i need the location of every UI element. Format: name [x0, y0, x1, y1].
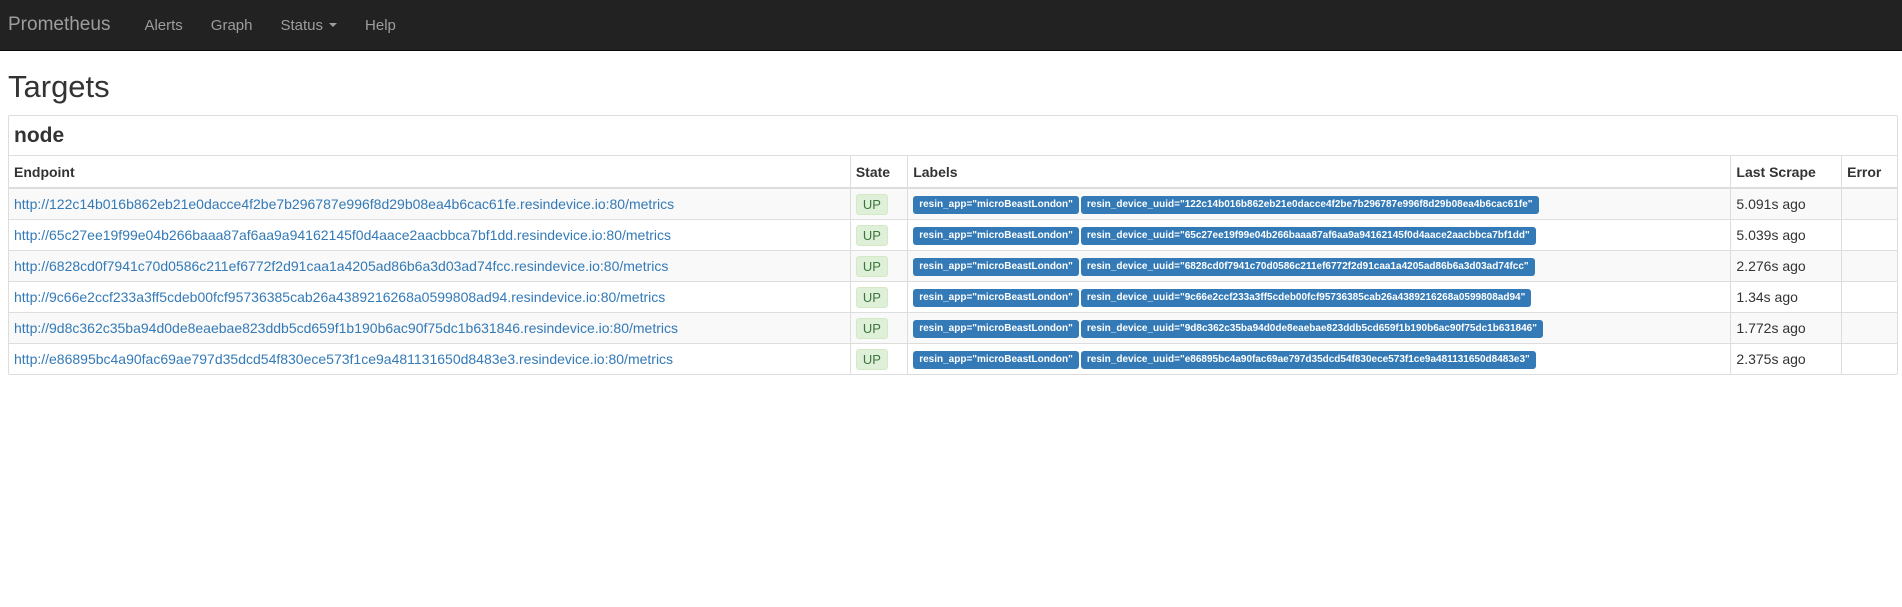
- labels-cell: resin_app="microBeastLondon" resin_device…: [907, 343, 1731, 374]
- label-badge-uuid: resin_device_uuid="9c66e2ccf233a3ff5cdeb…: [1080, 289, 1532, 307]
- error-cell: [1841, 281, 1897, 313]
- job-panel: node Endpoint State Labels Last Scrape E…: [8, 115, 1898, 375]
- table-row: http://6828cd0f7941c70d0586c211ef6772f2d…: [9, 250, 1897, 282]
- header-state: State: [849, 156, 908, 189]
- state-cell: UP: [849, 343, 908, 374]
- label-badge-app: resin_app="microBeastLondon": [913, 351, 1079, 369]
- state-cell: UP: [849, 312, 908, 344]
- brand-link[interactable]: Prometheus: [8, 14, 110, 36]
- label-badge-app: resin_app="microBeastLondon": [913, 227, 1079, 245]
- last-scrape-cell: 5.091s ago: [1730, 187, 1842, 220]
- endpoint-cell: http://65c27ee19f99e04b266baaa87af6aa9a9…: [9, 219, 851, 251]
- state-badge: UP: [855, 286, 888, 308]
- main-content: Targets node Endpoint State Labels Last …: [0, 69, 1902, 375]
- state-cell: UP: [849, 219, 908, 251]
- header-last-scrape: Last Scrape: [1730, 156, 1842, 189]
- error-cell: [1841, 250, 1897, 282]
- endpoint-link[interactable]: http://6828cd0f7941c70d0586c211ef6772f2d…: [14, 258, 668, 274]
- targets-table: Endpoint State Labels Last Scrape Error …: [9, 156, 1897, 374]
- label-badge-uuid: resin_device_uuid="6828cd0f7941c70d0586c…: [1080, 258, 1535, 276]
- label-badge-app: resin_app="microBeastLondon": [913, 258, 1079, 276]
- state-badge: UP: [855, 255, 888, 277]
- endpoint-cell: http://e86895bc4a90fac69ae797d35dcd54f83…: [9, 343, 851, 374]
- endpoint-cell: http://9d8c362c35ba94d0de8eaebae823ddb5c…: [9, 312, 851, 344]
- label-badge-uuid: resin_device_uuid="65c27ee19f99e04b266ba…: [1080, 227, 1536, 245]
- label-badge-app: resin_app="microBeastLondon": [913, 320, 1079, 338]
- error-cell: [1841, 187, 1897, 220]
- endpoint-cell: http://122c14b016b862eb21e0dacce4f2be7b2…: [9, 187, 851, 220]
- state-badge: UP: [855, 348, 888, 370]
- endpoint-cell: http://6828cd0f7941c70d0586c211ef6772f2d…: [9, 250, 851, 282]
- state-badge: UP: [855, 224, 888, 246]
- nav-help[interactable]: Help: [365, 17, 396, 34]
- nav-status-dropdown[interactable]: Status: [281, 17, 338, 34]
- endpoint-link[interactable]: http://e86895bc4a90fac69ae797d35dcd54f83…: [14, 351, 673, 367]
- nav-alerts[interactable]: Alerts: [144, 17, 182, 34]
- nav-graph[interactable]: Graph: [211, 17, 253, 34]
- caret-down-icon: [329, 23, 338, 27]
- label-badge-uuid: resin_device_uuid="9d8c362c35ba94d0de8ea…: [1080, 320, 1543, 338]
- last-scrape-cell: 1.772s ago: [1730, 312, 1842, 344]
- table-row: http://122c14b016b862eb21e0dacce4f2be7b2…: [9, 187, 1897, 220]
- labels-cell: resin_app="microBeastLondon" resin_device…: [907, 187, 1731, 220]
- job-panel-heading: node: [9, 116, 1897, 156]
- header-labels: Labels: [907, 156, 1731, 189]
- state-badge: UP: [855, 317, 888, 339]
- labels-cell: resin_app="microBeastLondon" resin_device…: [907, 312, 1731, 344]
- error-cell: [1841, 219, 1897, 251]
- label-badge-uuid: resin_device_uuid="122c14b016b862eb21e0d…: [1080, 196, 1539, 214]
- endpoint-cell: http://9c66e2ccf233a3ff5cdeb00fcf9573638…: [9, 281, 851, 313]
- label-badge-app: resin_app="microBeastLondon": [913, 289, 1079, 307]
- last-scrape-cell: 2.375s ago: [1730, 343, 1842, 374]
- top-navbar: Prometheus Alerts Graph Status Help: [0, 0, 1902, 51]
- labels-cell: resin_app="microBeastLondon" resin_device…: [907, 250, 1731, 282]
- page-title: Targets: [8, 69, 110, 104]
- last-scrape-cell: 2.276s ago: [1730, 250, 1842, 282]
- labels-cell: resin_app="microBeastLondon" resin_device…: [907, 281, 1731, 313]
- table-row: http://65c27ee19f99e04b266baaa87af6aa9a9…: [9, 219, 1897, 251]
- state-cell: UP: [849, 250, 908, 282]
- endpoint-link[interactable]: http://9d8c362c35ba94d0de8eaebae823ddb5c…: [14, 320, 678, 336]
- error-cell: [1841, 312, 1897, 344]
- label-badge-app: resin_app="microBeastLondon": [913, 196, 1079, 214]
- state-cell: UP: [849, 187, 908, 220]
- table-row: http://9d8c362c35ba94d0de8eaebae823ddb5c…: [9, 312, 1897, 344]
- endpoint-link[interactable]: http://9c66e2ccf233a3ff5cdeb00fcf9573638…: [14, 289, 665, 305]
- error-cell: [1841, 343, 1897, 374]
- last-scrape-cell: 1.34s ago: [1730, 281, 1842, 313]
- last-scrape-cell: 5.039s ago: [1730, 219, 1842, 251]
- label-badge-uuid: resin_device_uuid="e86895bc4a90fac69ae79…: [1080, 351, 1536, 369]
- state-badge: UP: [855, 193, 888, 215]
- table-header-row: Endpoint State Labels Last Scrape Error: [9, 156, 1897, 189]
- labels-cell: resin_app="microBeastLondon" resin_device…: [907, 219, 1731, 251]
- table-row: http://e86895bc4a90fac69ae797d35dcd54f83…: [9, 343, 1897, 374]
- endpoint-link[interactable]: http://122c14b016b862eb21e0dacce4f2be7b2…: [14, 196, 674, 212]
- table-row: http://9c66e2ccf233a3ff5cdeb00fcf9573638…: [9, 281, 1897, 313]
- nav-status-label: Status: [280, 16, 324, 34]
- job-name: node: [14, 123, 65, 147]
- header-endpoint: Endpoint: [9, 156, 851, 189]
- header-error: Error: [1841, 156, 1897, 189]
- endpoint-link[interactable]: http://65c27ee19f99e04b266baaa87af6aa9a9…: [14, 227, 671, 243]
- state-cell: UP: [849, 281, 908, 313]
